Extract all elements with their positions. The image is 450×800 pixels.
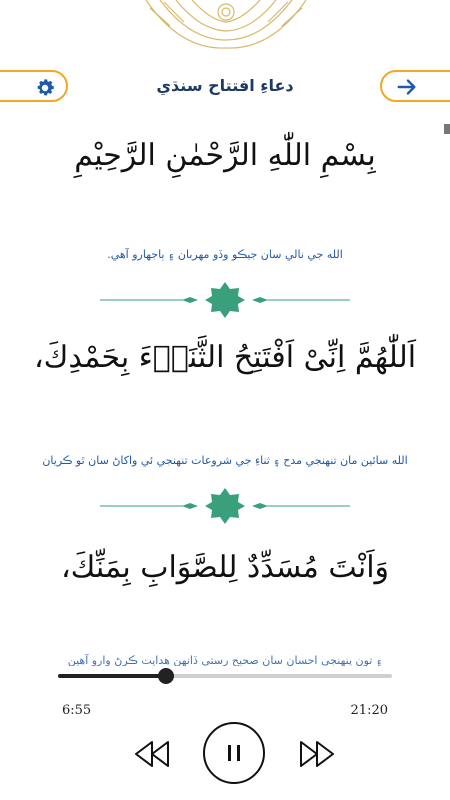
pause-icon [228,745,240,761]
next-button[interactable] [380,70,450,102]
elapsed-time: 6:55 [62,703,92,718]
progress-fill [58,674,167,678]
fast-forward-icon[interactable] [297,736,337,772]
rewind-icon[interactable] [132,736,172,772]
bismillah-translation: الله جي نالي سان جيڪو وڏو مهربان ۽ ٻاجها… [107,248,343,261]
arrow-right-icon [397,79,416,95]
top-bar: دعاءِ افتتاح سنڌي [0,70,450,106]
verse-divider [100,282,350,318]
verse-2-text: وَاَنْتَ مُسَدِّدٌ لِلصَّوَابِ بِمَنِّكَ… [60,550,390,585]
verse-divider [100,488,350,524]
verse-3-translation: ۽ تون پنهنجي احسان سان صحيح رستي ڏانهن ه… [67,654,383,666]
bismillah-text: بِسْمِ اللّٰهِ الرَّحْمٰنِ الرَّحِيْمِ [74,138,376,173]
audio-progress-slider[interactable] [58,668,392,684]
decorative-ornament [145,0,307,49]
pause-button[interactable] [203,722,265,784]
scroll-indicator[interactable] [444,124,450,134]
verse-1-text: اَللّٰهُمَّ اِنِّىْ اَفْتَتِحُ الثَّنَاۤ… [33,340,417,375]
progress-thumb[interactable] [158,668,175,684]
verse-1-translation: الله سائين مان تنهنجي مدح ۽ ثناءِ جي شرو… [42,454,408,467]
total-time: 21:20 [350,703,388,718]
